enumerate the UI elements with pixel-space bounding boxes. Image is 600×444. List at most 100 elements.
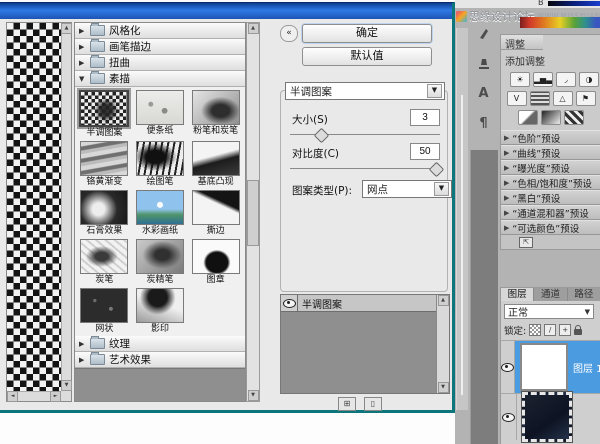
ok-button[interactable]: 确定 — [302, 24, 432, 43]
visibility-cell[interactable] — [501, 394, 517, 440]
brightness-contrast-icon[interactable]: ☀ — [510, 72, 530, 87]
eye-icon[interactable] — [501, 363, 514, 372]
filter-thumb-chrome[interactable]: 铬黄渐变 — [79, 141, 130, 188]
scroll-right-icon[interactable]: ► — [50, 391, 61, 402]
filter-thumb-note-paper[interactable]: 便条纸 — [135, 90, 186, 139]
filter-thumb-stamp[interactable]: 图章 — [190, 239, 241, 286]
default-button[interactable]: 默认值 — [302, 47, 432, 66]
scrollbar-thumb[interactable] — [247, 180, 259, 246]
preset-levels[interactable]: ▶ “色阶”预设 — [501, 130, 600, 145]
filter-thumb-conte-crayon[interactable]: 炭精笔 — [135, 239, 186, 286]
chevron-down-icon[interactable]: ▼ — [434, 182, 449, 196]
effect-list-scrollbar[interactable]: ▲ ▼ — [436, 295, 449, 393]
channel-mixer-icon[interactable] — [541, 110, 561, 125]
preset-exposure[interactable]: ▶ “曝光度”预设 — [501, 160, 600, 175]
category-artistic[interactable]: ▶ 艺术效果 — [75, 352, 245, 368]
filter-thumb-image[interactable] — [192, 190, 240, 225]
history-brush-icon[interactable] — [475, 24, 493, 42]
preset-selective-color[interactable]: ▶ “可选颜色”预设 — [501, 220, 600, 235]
new-effect-layer-icon[interactable]: ⊞ — [338, 397, 356, 411]
blend-mode-select[interactable]: 正常 ▼ — [504, 304, 594, 319]
preview-horizontal-scrollbar[interactable]: ◄ ► — [7, 391, 61, 401]
category-distort[interactable]: ▶ 扭曲 — [75, 55, 245, 71]
stamp-icon[interactable] — [475, 54, 493, 72]
category-brush-strokes[interactable]: ▶ 画笔描边 — [75, 39, 245, 55]
delete-effect-layer-icon[interactable]: ▯ — [364, 397, 382, 411]
black-white-icon[interactable]: ⚑ — [576, 91, 596, 106]
gradient-map-icon[interactable] — [564, 110, 584, 125]
pattern-type-select[interactable]: 网点 ▼ — [362, 180, 452, 198]
layer-thumbnail[interactable] — [520, 343, 568, 391]
filter-thumb-halftone-pattern[interactable]: 半调图案 — [79, 90, 130, 139]
scroll-up-icon[interactable]: ▲ — [61, 23, 72, 34]
tab-layers[interactable]: 图层 — [501, 288, 534, 301]
filter-thumb-charcoal[interactable]: 炭笔 — [79, 239, 130, 286]
category-stylize[interactable]: ▶ 风格化 — [75, 23, 245, 39]
visibility-cell[interactable] — [281, 295, 298, 311]
layer-row-1[interactable]: 图层 1 — [501, 340, 600, 393]
layer-row-2[interactable] — [501, 393, 600, 440]
layer-thumbnail[interactable] — [522, 392, 572, 442]
filter-thumb-image[interactable] — [136, 90, 184, 125]
filter-thumb-image[interactable] — [80, 239, 128, 274]
filter-thumb-image[interactable] — [80, 288, 128, 323]
scroll-down-icon[interactable]: ▼ — [438, 382, 449, 393]
filter-thumb-reticulation[interactable]: 网状 — [79, 288, 130, 335]
filter-select[interactable]: 半调图案 ▼ — [285, 82, 445, 100]
chevron-down-icon[interactable]: ▼ — [427, 84, 442, 98]
filter-thumb-image[interactable] — [136, 288, 184, 323]
preset-channel-mixer[interactable]: ▶ “通道混和器”预设 — [501, 205, 600, 220]
filter-thumb-plaster[interactable]: 石膏效果 — [79, 190, 130, 237]
filter-thumb-image[interactable] — [192, 90, 240, 125]
hue-saturation-icon[interactable] — [530, 91, 550, 106]
filter-list-scrollbar[interactable]: ▲ ▼ — [246, 22, 260, 402]
size-slider[interactable] — [290, 130, 440, 138]
lock-all-icon[interactable] — [574, 329, 582, 335]
scroll-up-icon[interactable]: ▲ — [438, 295, 449, 306]
eye-icon[interactable] — [283, 299, 296, 308]
filter-thumb-graphic-pen[interactable]: 绘图笔 — [135, 141, 186, 188]
effect-layer-row[interactable]: 半调图案 — [281, 295, 436, 312]
filter-thumb-torn-edges[interactable]: 撕边 — [190, 190, 241, 237]
filter-thumb-image[interactable] — [136, 239, 184, 274]
scroll-up-icon[interactable]: ▲ — [248, 23, 259, 34]
tab-adjustments[interactable]: 调整 — [501, 35, 543, 50]
filter-thumb-image[interactable] — [79, 90, 129, 127]
collapse-thumbnails-button[interactable]: « — [280, 25, 298, 42]
dialog-titlebar[interactable] — [0, 3, 452, 19]
color-balance-icon[interactable]: △ — [553, 91, 573, 106]
filter-thumb-photocopy[interactable]: 影印 — [135, 288, 186, 335]
filter-thumb-bas-relief[interactable]: 基底凸现 — [190, 141, 241, 188]
filter-thumb-image[interactable] — [192, 239, 240, 274]
eye-icon[interactable] — [502, 413, 515, 422]
exposure-icon[interactable]: ◑ — [579, 72, 599, 87]
notes-tool-icon[interactable]: ¶ — [475, 114, 493, 132]
layer-name[interactable]: 图层 1 — [573, 360, 600, 375]
filter-thumb-image[interactable] — [80, 141, 128, 176]
tab-channels[interactable]: 通道 — [534, 288, 567, 301]
filter-thumb-water-paper[interactable]: 水彩画纸 — [135, 190, 186, 237]
preview-vertical-scrollbar[interactable]: ▲ ▼ — [61, 23, 71, 391]
preset-hue-saturation[interactable]: ▶ “色相/饱和度”预设 — [501, 175, 600, 190]
contrast-slider[interactable] — [290, 164, 440, 172]
filter-thumb-image[interactable] — [136, 141, 184, 176]
category-sketch[interactable]: ▼ 素描 — [75, 71, 245, 87]
vibrance-icon[interactable]: V — [507, 91, 527, 106]
lock-position-icon[interactable]: + — [559, 324, 571, 336]
tab-paths[interactable]: 路径 — [568, 288, 600, 301]
size-input[interactable] — [410, 109, 440, 126]
scroll-left-icon[interactable]: ◄ — [7, 391, 18, 402]
preset-black-white[interactable]: ▶ “黑白”预设 — [501, 190, 600, 205]
visibility-cell[interactable] — [501, 341, 515, 393]
type-tool-icon[interactable]: A — [475, 84, 493, 102]
photo-filter-icon[interactable] — [518, 110, 538, 125]
scroll-down-icon[interactable]: ▼ — [61, 380, 72, 391]
filter-thumb-image[interactable] — [136, 190, 184, 225]
filter-thumb-image[interactable] — [192, 141, 240, 176]
contrast-input[interactable] — [410, 143, 440, 160]
filter-thumb-chalk-charcoal[interactable]: 粉笔和炭笔 — [190, 90, 241, 139]
filter-thumb-image[interactable] — [80, 190, 128, 225]
lock-pixels-icon[interactable]: ∕ — [544, 324, 556, 336]
levels-icon[interactable]: ▂▅▃ — [533, 72, 553, 87]
category-texture[interactable]: ▶ 纹理 — [75, 336, 245, 352]
